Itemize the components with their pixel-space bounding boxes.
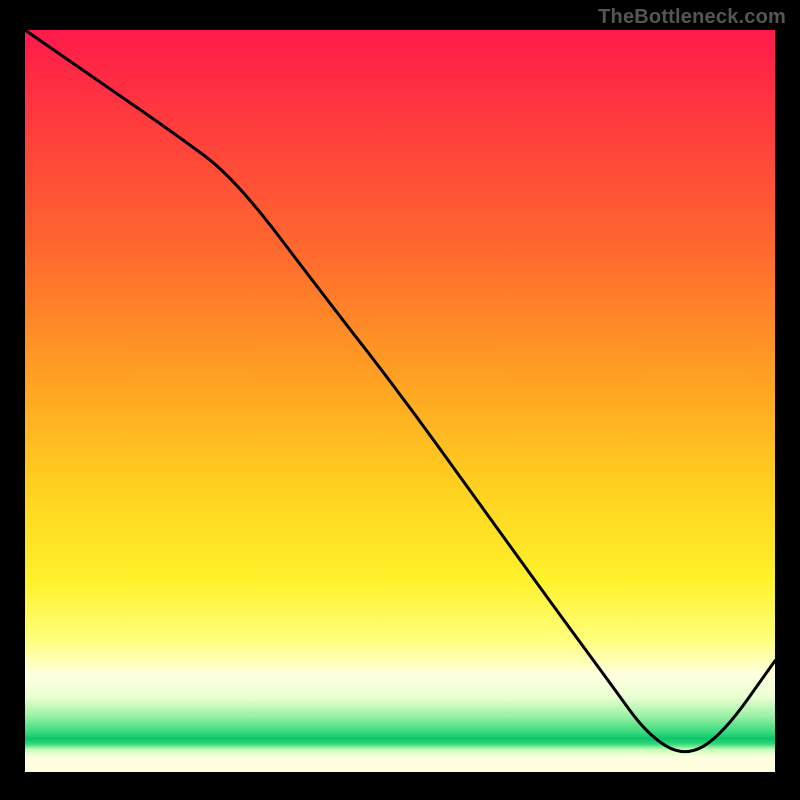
bottleneck-curve (25, 30, 775, 772)
curve-path (25, 30, 775, 752)
attribution-text: TheBottleneck.com (598, 6, 786, 29)
chart-root: TheBottleneck.com (0, 0, 800, 800)
plot-area (25, 30, 775, 772)
